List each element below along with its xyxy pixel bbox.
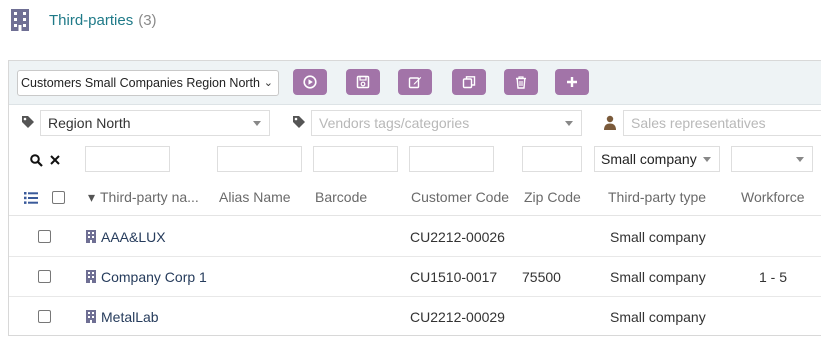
search-zip-input[interactable] xyxy=(522,146,582,172)
customer-tags-select[interactable]: Region North xyxy=(40,110,270,136)
delete-view-button[interactable] xyxy=(504,69,538,95)
thirdparty-name-link[interactable]: MetalLab xyxy=(101,309,159,325)
saved-view-label: Customers Small Companies Region North xyxy=(21,76,260,90)
building-icon xyxy=(11,9,29,31)
search-icon[interactable] xyxy=(30,154,43,167)
vendor-tags-placeholder: Vendors tags/categories xyxy=(319,115,470,131)
dropdown-caret-icon xyxy=(565,121,573,126)
sort-desc-icon[interactable]: ▾ xyxy=(88,189,95,206)
table-row: AAA&LUX CU2212-00026 Small company xyxy=(9,217,821,257)
save-view-button[interactable] xyxy=(346,69,380,95)
row-checkbox[interactable] xyxy=(38,270,51,283)
record-count: (3) xyxy=(138,11,157,29)
filter-row: Region North Vendors tags/categories Sal… xyxy=(9,107,821,139)
vendor-tags-select[interactable]: Vendors tags/categories xyxy=(311,110,582,136)
add-view-button[interactable] xyxy=(555,69,589,95)
customer-code-cell: CU2212-00029 xyxy=(410,309,505,325)
thirdparty-type-value: Small company xyxy=(601,151,697,167)
chevron-down-icon: ⌄ xyxy=(263,77,273,89)
thirdparty-name-link[interactable]: AAA&LUX xyxy=(101,229,166,245)
building-icon xyxy=(86,230,96,243)
thirdparty-type-cell: Small company xyxy=(610,229,706,245)
clone-view-button[interactable] xyxy=(452,69,486,95)
table-row: Company Corp 1 CU1510-0017 75500 Small c… xyxy=(9,257,821,297)
column-header-workforce[interactable]: Workforce xyxy=(741,189,805,205)
clear-filter-icon[interactable] xyxy=(50,155,60,165)
user-icon xyxy=(604,115,616,130)
search-barcode-input[interactable] xyxy=(313,146,398,172)
search-thirdparty-type-select[interactable]: Small company xyxy=(594,146,720,172)
save-icon xyxy=(356,75,370,89)
column-header-type[interactable]: Third-party type xyxy=(608,189,706,205)
thirdparty-type-cell: Small company xyxy=(610,269,706,285)
edit-icon xyxy=(408,77,422,89)
edit-view-button[interactable] xyxy=(398,69,432,95)
tag-icon xyxy=(22,116,34,128)
saved-view-select[interactable]: Customers Small Companies Region North ⌄ xyxy=(17,70,279,96)
dropdown-caret-icon xyxy=(253,121,261,126)
table-header: ▾ Third-party na... Alias Name Barcode C… xyxy=(9,179,821,216)
sales-reps-placeholder: Sales representatives xyxy=(631,115,766,131)
search-workforce-select[interactable] xyxy=(731,146,813,172)
column-header-name[interactable]: Third-party na... xyxy=(100,189,199,205)
dropdown-caret-icon xyxy=(703,157,711,162)
zip-cell: 75500 xyxy=(522,269,561,285)
column-header-customer-code[interactable]: Customer Code xyxy=(411,189,509,205)
workforce-cell: 1 - 5 xyxy=(759,269,788,285)
table-row: MetalLab CU2212-00029 Small company xyxy=(9,297,821,337)
search-name-input[interactable] xyxy=(85,146,170,172)
play-circle-icon xyxy=(303,75,317,89)
row-checkbox[interactable] xyxy=(38,310,51,323)
row-checkbox[interactable] xyxy=(38,230,51,243)
search-alias-input[interactable] xyxy=(217,146,302,172)
search-customer-code-input[interactable] xyxy=(409,146,494,172)
sales-reps-select[interactable]: Sales representatives xyxy=(623,110,821,136)
thirdparty-name-link[interactable]: Company Corp 1 xyxy=(101,269,207,285)
copy-icon xyxy=(462,76,476,89)
customer-code-cell: CU1510-0017 xyxy=(410,269,498,285)
customer-tags-value: Region North xyxy=(48,115,131,131)
building-icon xyxy=(86,310,96,323)
select-all-checkbox[interactable] xyxy=(52,191,65,204)
tag-icon xyxy=(293,116,305,128)
toolbar: Customers Small Companies Region North ⌄ xyxy=(9,61,821,105)
dropdown-caret-icon xyxy=(796,157,804,162)
column-header-barcode[interactable]: Barcode xyxy=(315,189,367,205)
column-header-zip[interactable]: Zip Code xyxy=(524,189,581,205)
thirdparty-type-cell: Small company xyxy=(610,309,706,325)
building-icon xyxy=(86,270,96,283)
list-panel: Customers Small Companies Region North ⌄ xyxy=(8,60,821,336)
plus-icon xyxy=(567,77,577,87)
search-row: Small company xyxy=(9,145,821,175)
page-title: Third-parties xyxy=(49,11,134,29)
list-icon[interactable] xyxy=(24,192,38,204)
trash-icon xyxy=(516,76,526,89)
column-header-alias[interactable]: Alias Name xyxy=(219,189,291,205)
page-header: Third-parties (3) xyxy=(10,8,157,32)
customer-code-cell: CU2212-00026 xyxy=(410,229,505,245)
run-search-button[interactable] xyxy=(293,69,327,95)
